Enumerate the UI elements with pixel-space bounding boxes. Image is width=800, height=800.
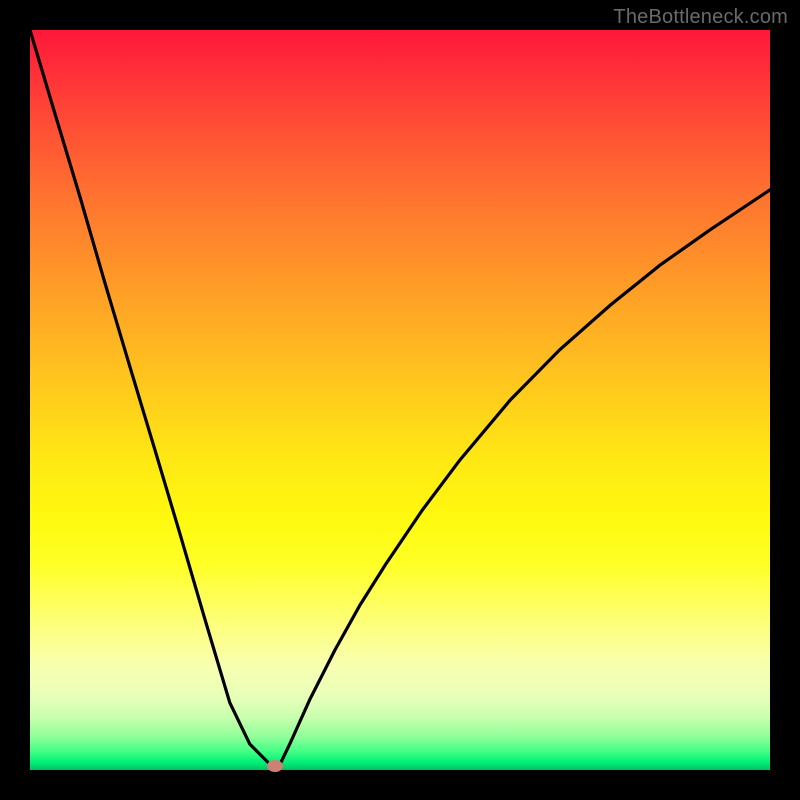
chart-curve [30,30,770,770]
chart-frame: TheBottleneck.com [0,0,800,800]
chart-min-marker [267,760,283,772]
chart-line-path [30,30,770,767]
chart-plot-area [30,30,770,770]
watermark-text: TheBottleneck.com [613,6,788,29]
